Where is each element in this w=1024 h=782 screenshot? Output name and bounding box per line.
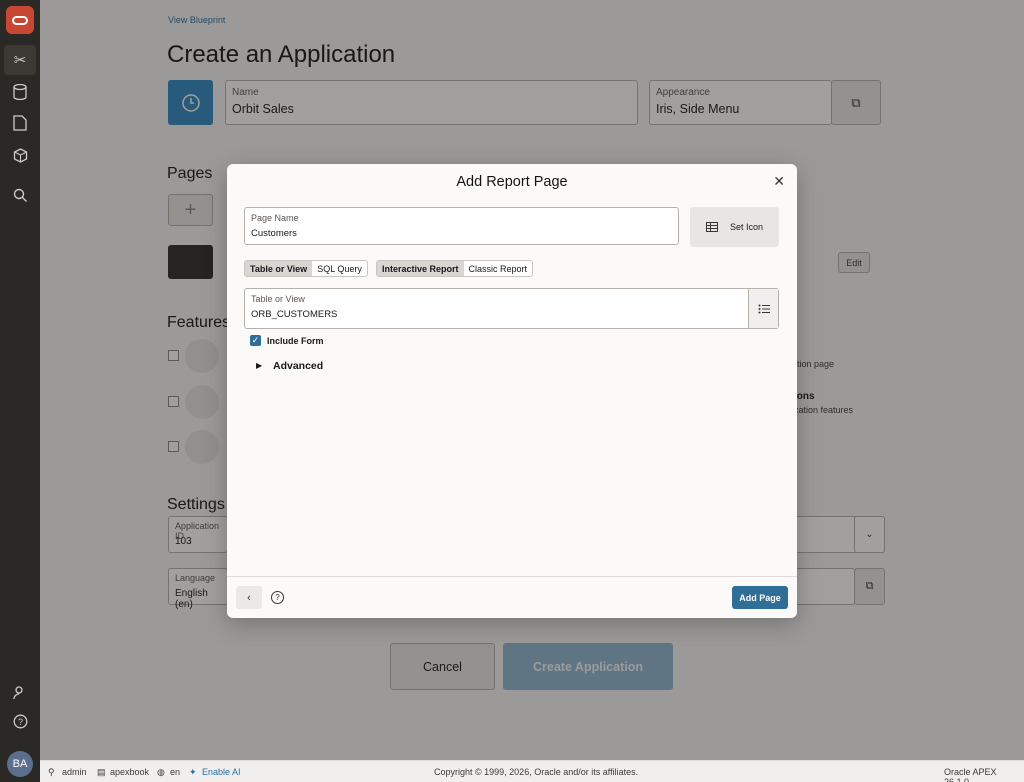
close-icon[interactable]: ✕ bbox=[773, 173, 785, 190]
database-small-icon: ▤ bbox=[97, 767, 106, 777]
list-picker-icon[interactable] bbox=[748, 289, 778, 328]
package-icon[interactable] bbox=[8, 143, 32, 167]
advanced-toggle[interactable]: Advanced bbox=[273, 360, 323, 372]
table-or-view-input[interactable]: ORB_CUSTOMERS bbox=[251, 309, 337, 320]
report-option-classic[interactable]: Classic Report bbox=[464, 261, 533, 276]
dialog-footer-divider bbox=[227, 576, 797, 577]
include-form-label: Include Form bbox=[267, 336, 324, 346]
include-form-checkbox[interactable]: ✓ bbox=[250, 335, 261, 346]
user-settings-icon[interactable] bbox=[8, 680, 32, 704]
set-icon-label: Set Icon bbox=[729, 222, 764, 232]
footer-workspace[interactable]: apexbook bbox=[110, 767, 149, 777]
search-icon[interactable] bbox=[8, 183, 32, 207]
triangle-right-icon[interactable]: ▶ bbox=[256, 361, 262, 370]
table-or-view-field[interactable]: Table or View ORB_CUSTOMERS bbox=[244, 288, 779, 329]
app-builder-icon[interactable]: ✂ bbox=[4, 45, 36, 75]
help-icon[interactable]: ? bbox=[271, 591, 284, 604]
add-report-page-dialog: Add Report Page ✕ Page Name Customers Se… bbox=[227, 164, 797, 618]
add-page-submit-button[interactable]: Add Page bbox=[732, 586, 788, 609]
oracle-logo[interactable] bbox=[6, 6, 34, 34]
footer-language[interactable]: en bbox=[170, 767, 180, 777]
page-name-input[interactable]: Customers bbox=[251, 228, 297, 239]
table-or-view-label: Table or View bbox=[251, 294, 305, 304]
table-icon bbox=[705, 222, 718, 232]
page-name-label: Page Name bbox=[251, 213, 299, 223]
dialog-title: Add Report Page bbox=[456, 174, 568, 190]
source-option-table[interactable]: Table or View bbox=[245, 261, 313, 276]
source-type-selector[interactable]: Table or View SQL Query bbox=[244, 260, 368, 277]
copyright-text: Copyright © 1999, 2026, Oracle and/or it… bbox=[434, 767, 639, 777]
version-text: Oracle APEX 26.1.0 bbox=[944, 767, 997, 782]
report-option-interactive[interactable]: Interactive Report bbox=[377, 261, 464, 276]
sparkle-icon: ✦ bbox=[189, 767, 197, 777]
source-option-sql[interactable]: SQL Query bbox=[312, 261, 367, 276]
page-name-field[interactable]: Page Name Customers bbox=[244, 207, 679, 245]
nav-rail: ✂ ? BA bbox=[0, 0, 40, 782]
footer: ⚲ admin ▤ apexbook ◍ en ✦ Enable AI Copy… bbox=[40, 760, 1024, 782]
back-button[interactable]: ‹ bbox=[236, 586, 262, 609]
report-type-selector[interactable]: Interactive Report Classic Report bbox=[376, 260, 534, 277]
set-icon-button[interactable]: Set Icon bbox=[690, 207, 779, 247]
footer-user[interactable]: admin bbox=[62, 767, 87, 777]
globe-icon: ◍ bbox=[157, 767, 165, 777]
help-icon[interactable]: ? bbox=[8, 709, 32, 733]
enable-ai-link[interactable]: Enable AI bbox=[202, 767, 241, 777]
svg-text:?: ? bbox=[17, 717, 22, 727]
user-icon: ⚲ bbox=[48, 767, 55, 777]
database-icon[interactable] bbox=[8, 80, 32, 104]
avatar[interactable]: BA bbox=[7, 751, 33, 777]
page-edit-icon[interactable] bbox=[8, 111, 32, 135]
